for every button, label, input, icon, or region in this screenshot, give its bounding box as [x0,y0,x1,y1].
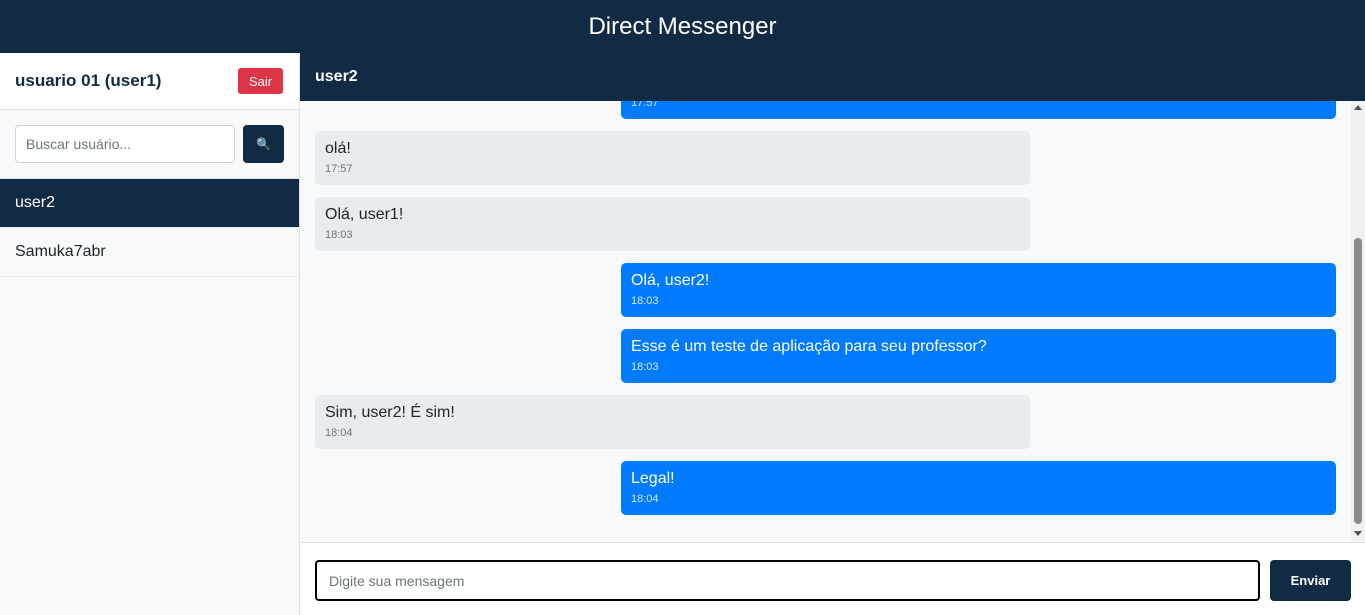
sidebar: usuario 01 (user1) Sair 🔍 user2 Samuka7a… [0,53,300,615]
scroll-down-arrow-icon[interactable] [1354,531,1362,536]
message-bubble-incoming: Olá, user1! 18:03 [315,197,1030,251]
current-user-name: usuario 01 (user1) [15,71,162,90]
contact-item-user2[interactable]: user2 [0,179,299,228]
scroll-up-arrow-icon[interactable] [1354,105,1362,110]
message-bubble-outgoing: Olá, user2! 18:03 [621,263,1336,317]
current-user-header: usuario 01 (user1) Sair [0,53,299,110]
message-composer: Enviar [300,542,1365,615]
message-time: 18:03 [631,295,659,307]
message-list-scrollbar[interactable] [1351,101,1365,542]
search-button[interactable]: 🔍 [243,125,284,163]
contact-name: Samuka7abr [15,243,106,260]
message-bubble-incoming: Sim, user2! É sim! 18:04 [315,395,1030,449]
search-icon: 🔍 [256,137,271,151]
message-bubble-incoming: olá! 17:57 [315,131,1030,185]
contact-item-samuka7abr[interactable]: Samuka7abr [0,228,299,277]
message-bubble-outgoing: Esse é um teste de aplicação para seu pr… [621,329,1336,383]
message-text: Esse é um teste de aplicação para seu pr… [631,338,987,355]
message-time: 18:03 [631,361,659,373]
scrollbar-thumb[interactable] [1354,238,1362,524]
message-bubble-outgoing: 17:57 [621,101,1336,119]
user-search-input[interactable] [15,125,235,163]
message-text: Olá, user2! [631,272,710,289]
message-time: 18:04 [631,493,659,505]
message-text: olá! [325,140,351,157]
message-text: Legal! [631,470,675,487]
chat-contact-name: user2 [315,68,358,85]
app-title: Direct Messenger [588,12,777,40]
message-text: Sim, user2! É sim! [325,404,455,421]
message-time: 17:57 [631,101,659,109]
message-time: 18:04 [325,427,353,439]
user-search-bar: 🔍 [0,110,299,179]
contact-name: user2 [15,194,56,211]
message-list: 17:57 olá! 17:57 Olá, user1! 18:03 Olá, … [300,101,1350,542]
message-text: Olá, user1! [325,206,404,223]
message-time: 17:57 [325,163,353,175]
chat-header: user2 [300,53,1365,101]
message-time: 18:03 [325,229,353,241]
send-button[interactable]: Enviar [1270,560,1351,601]
message-bubble-outgoing: Legal! 18:04 [621,461,1336,515]
app-header: Direct Messenger [0,0,1365,53]
logout-button[interactable]: Sair [238,68,283,94]
message-input[interactable] [315,560,1260,601]
